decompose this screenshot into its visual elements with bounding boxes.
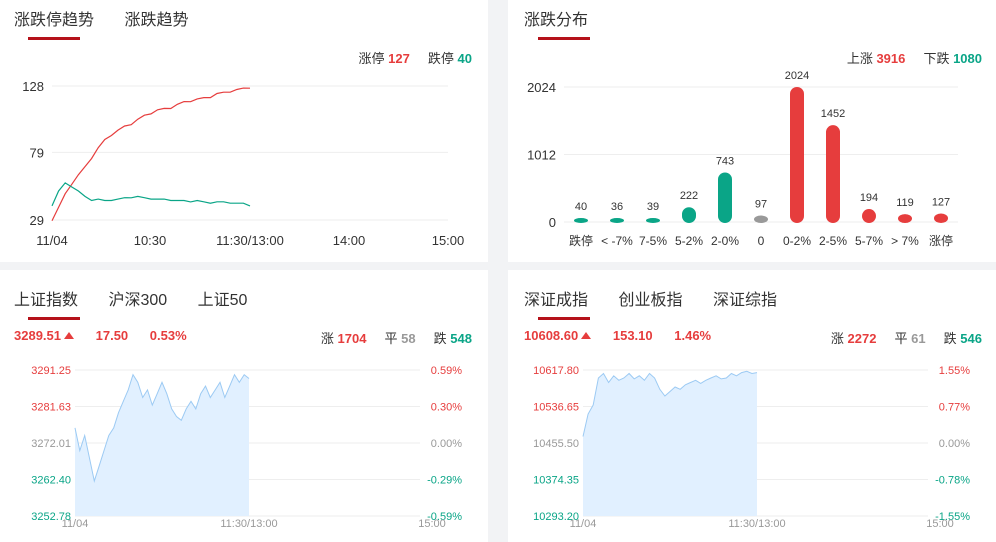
distribution-panel: 涨跌分布 上涨 3916 下跌 1080 2024 1012 0 40 跌停 36 < -7… [508,0,996,262]
x-tick-label: 11/04 [570,518,597,530]
x-tick-label: 15:00 [926,518,954,530]
y-tick-label: 29 [30,213,44,228]
bar-value-label: 119 [896,197,914,209]
bar [610,218,624,223]
x-category-label: 5-2% [675,234,703,248]
x-tick-label: 15:00 [432,233,465,248]
x-category-label: 0 [758,234,765,248]
x-tick-label: 11/04 [36,233,68,248]
x-tick-label: 10:30 [134,233,167,248]
bar [754,215,768,223]
bar [574,218,588,223]
sz-index-chart: 10617.80 1.55% 10536.65 0.77% 10455.50 0.00% 1… [533,365,970,530]
limit-trend-panel: 涨跌停趋势 涨跌趋势 涨停 127 跌停 40 128 79 29 11/04 10:3… [0,0,488,262]
y-tick-right: 0.59% [431,365,462,377]
bar [934,213,948,223]
bar-value-label: 2024 [785,70,809,82]
x-category-label: 7-5% [639,234,667,248]
bar-value-label: 743 [716,155,734,167]
y-tick-right: -0.78% [935,475,970,487]
y-tick-left: 3262.40 [31,475,71,487]
y-tick-left: 10374.35 [533,475,579,487]
x-tick-label: 14:00 [333,233,366,248]
distribution-chart: 2024 1012 0 40 跌停 36 < -7% 39 7-5% 222 5-2% 743 2-0%… [527,70,958,248]
x-tick-label: 11:30/13:00 [728,518,785,530]
y-tick-label: 2024 [527,80,556,95]
bar [718,172,732,223]
limit-trend-chart: 128 79 29 11/04 10:30 11:30/13:00 14:00 15:00 [22,79,465,248]
x-category-label: 跌停 [569,233,593,248]
bar-value-label: 39 [647,201,659,213]
y-tick-label: 79 [30,145,44,160]
y-tick-right: 0.77% [939,402,970,414]
bar [826,125,840,223]
x-tick-label: 11:30/13:00 [220,518,277,530]
sh-index-chart: 3291.25 0.59% 3281.63 0.30% 3272.01 0.00% 3262… [31,365,462,530]
sz-index-panel: 深证成指 创业板指 深证综指 10608.60 153.10 1.46% 涨 2… [508,270,996,542]
bar-value-label: 97 [755,199,767,211]
x-tick-label: 15:00 [418,518,446,530]
bar [682,207,696,223]
bar [646,218,660,223]
y-tick-left: 10455.50 [533,438,579,450]
y-tick-right: 0.30% [431,402,462,414]
x-category-label: 5-7% [855,234,883,248]
x-category-label: 涨停 [929,233,953,248]
bar-value-label: 1452 [821,108,845,120]
series-line-跌停 [51,182,251,207]
bar [898,214,912,223]
sh-index-panel: 上证指数 沪深300 上证50 3289.51 17.50 0.53% 涨 17… [0,270,488,542]
bar [790,87,804,223]
x-tick-label: 11/04 [62,518,89,530]
y-tick-left: 3281.63 [31,402,71,414]
y-tick-left: 10536.65 [533,402,579,414]
bar-value-label: 222 [680,190,698,202]
y-tick-label: 128 [22,79,44,94]
bar-value-label: 36 [611,201,623,213]
y-tick-right: 0.00% [939,438,970,450]
price-area [75,374,249,516]
x-category-label: 2-0% [711,234,739,248]
x-category-label: > 7% [891,234,919,248]
y-tick-left: 3272.01 [31,438,71,450]
bar-value-label: 194 [860,192,878,204]
bar-value-label: 127 [932,197,950,209]
y-tick-label: 1012 [527,148,556,163]
y-tick-left: 10617.80 [533,365,579,377]
y-tick-right: -0.29% [427,475,462,487]
x-tick-label: 11:30/13:00 [216,233,284,248]
bar [862,209,876,223]
y-tick-label: 0 [549,215,556,230]
x-category-label: < -7% [601,234,633,248]
y-tick-right: 1.55% [939,365,970,377]
y-tick-left: 3291.25 [31,365,71,377]
x-category-label: 2-5% [819,234,847,248]
price-area [583,371,757,516]
series-line-涨停 [51,87,251,222]
bar-value-label: 40 [575,201,587,213]
y-tick-right: 0.00% [431,438,462,450]
x-category-label: 0-2% [783,234,811,248]
